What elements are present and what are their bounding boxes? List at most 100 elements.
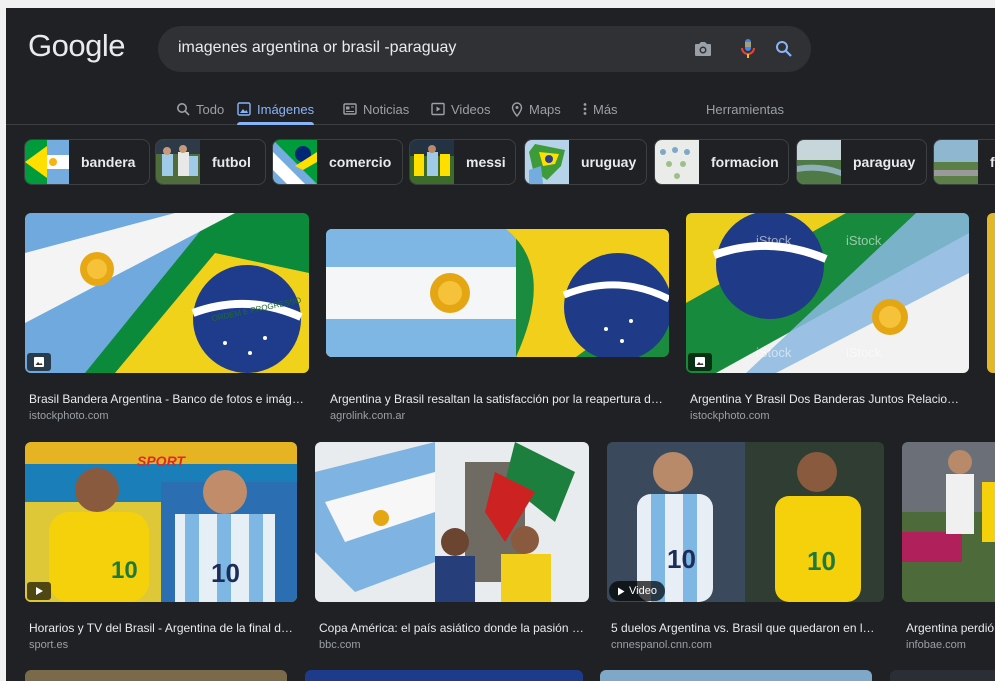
search-input[interactable]: imagenes argentina or brasil -paraguay [178,39,456,57]
search-icon[interactable] [772,37,796,61]
result-card-partial[interactable] [600,670,872,681]
play-icon [431,102,445,116]
chip-thumbnail [273,140,317,184]
tools-button[interactable]: Herramientas [706,94,784,124]
result-source[interactable]: infobae.com [906,639,966,651]
tab-todo[interactable]: Todo [176,94,224,124]
chip-f[interactable]: f [933,139,995,185]
result-image[interactable] [25,670,287,681]
search-icon [177,103,190,116]
image-icon [695,357,705,367]
search-box[interactable]: imagenes argentina or brasil -paraguay [158,26,811,72]
more-vertical-icon [583,103,587,115]
tab-label: Imágenes [257,101,315,117]
chip-label: f [990,154,995,170]
image-icon [34,357,44,367]
result-card[interactable]: Argentina perdió infobae.com [902,442,995,652]
result-image[interactable]: 10 10 Video [607,442,884,602]
result-image[interactable]: SPORT 10 10 [25,442,297,602]
result-source[interactable]: istockphoto.com [29,410,108,422]
watermark: iStock [756,345,792,360]
chip-uruguay[interactable]: uruguay [524,139,647,185]
chip-comercio[interactable]: comercio [272,139,403,185]
result-image[interactable] [600,670,872,681]
result-card[interactable]: iStock iStock iStock iStock Argentina Y … [686,213,969,423]
chip-thumbnail [934,140,978,184]
chip-label: paraguay [853,154,916,170]
microphone-icon[interactable] [736,37,760,61]
result-image[interactable] [902,442,995,602]
tab-noticias[interactable]: Noticias [343,94,409,124]
chip-thumbnail [525,140,569,184]
result-source[interactable]: agrolink.com.ar [330,410,405,422]
result-card[interactable]: ORDEM E PROGRESSO Brasil Bandera Argenti… [25,213,309,423]
tab-imagenes[interactable]: Imágenes [237,94,315,125]
chip-thumbnail [156,140,200,184]
brand-logo: SPORT [137,453,186,469]
image-badge [27,353,51,371]
result-image[interactable] [305,670,583,681]
result-card-partial[interactable] [890,670,995,681]
result-card[interactable]: Argentina y Brasil resaltan la satisfacc… [326,213,669,423]
result-caption[interactable]: Copa América: el país asiático donde la … [319,621,587,635]
related-chips: bandera futbol comercio messi uruguay fo… [24,139,995,185]
watermark: iStock [756,233,792,248]
camera-icon[interactable] [691,37,715,61]
result-source[interactable]: istockphoto.com [690,410,769,422]
result-caption[interactable]: Argentina y Brasil resaltan la satisfacc… [330,392,665,406]
tab-label: Videos [451,101,491,117]
video-badge: Video [609,581,665,601]
tools-label: Herramientas [706,101,785,117]
chip-formacion[interactable]: formacion [654,139,789,185]
google-images-page: Google imagenes argentina or brasil -par… [6,8,995,681]
jersey-number: 10 [111,557,138,584]
result-card[interactable]: Copa América: el país asiático donde la … [315,442,589,652]
chip-futbol[interactable]: futbol [155,139,266,185]
image-badge [688,353,712,371]
tab-label: Todo [196,101,225,117]
news-icon [343,103,357,115]
video-label: Video [629,585,657,597]
result-image[interactable] [987,213,995,373]
result-image[interactable]: ORDEM E PROGRESSO [25,213,309,373]
tab-label: Maps [529,101,561,117]
result-source[interactable]: sport.es [29,639,68,651]
chip-label: messi [466,154,506,170]
result-source[interactable]: bbc.com [319,639,361,651]
play-icon [36,587,43,595]
result-card-partial[interactable] [25,670,287,681]
tab-maps[interactable]: Maps [511,94,561,124]
result-caption[interactable]: 5 duelos Argentina vs. Brasil que quedar… [611,621,881,635]
chip-thumbnail [25,140,69,184]
image-icon [237,102,251,116]
result-image[interactable] [315,442,589,602]
chip-thumbnail [410,140,454,184]
chip-label: comercio [329,154,392,170]
chip-thumbnail [797,140,841,184]
result-card-partial[interactable] [305,670,583,681]
result-card[interactable]: SPORT 10 10 Horarios y TV del Brasil - A… [25,442,297,652]
chip-messi[interactable]: messi [409,139,516,185]
chip-label: futbol [212,154,251,170]
watermark: iStock [846,345,882,360]
result-card-partial[interactable] [987,213,995,373]
map-pin-icon [511,101,523,117]
chip-paraguay[interactable]: paraguay [796,139,927,185]
result-source[interactable]: cnnespanol.cnn.com [611,639,712,651]
result-caption[interactable]: Horarios y TV del Brasil - Argentina de … [29,621,294,635]
chip-label: uruguay [581,154,637,170]
play-icon [618,587,625,595]
result-image[interactable] [326,229,669,357]
chip-bandera[interactable]: bandera [24,139,150,185]
result-image[interactable]: iStock iStock iStock iStock [686,213,969,373]
tab-mas[interactable]: Más [583,94,618,124]
result-caption[interactable]: Brasil Bandera Argentina - Banco de foto… [29,392,304,406]
chip-thumbnail [655,140,699,184]
result-caption[interactable]: Argentina perdió [906,621,995,635]
google-logo[interactable]: Google [28,28,125,64]
result-card[interactable]: 10 10 Video 5 duelos Argentina vs. Brasi… [607,442,884,652]
tab-videos[interactable]: Videos [431,94,491,124]
result-image[interactable] [890,670,995,681]
result-caption[interactable]: Argentina Y Brasil Dos Banderas Juntos R… [690,392,965,406]
watermark: iStock [846,233,882,248]
